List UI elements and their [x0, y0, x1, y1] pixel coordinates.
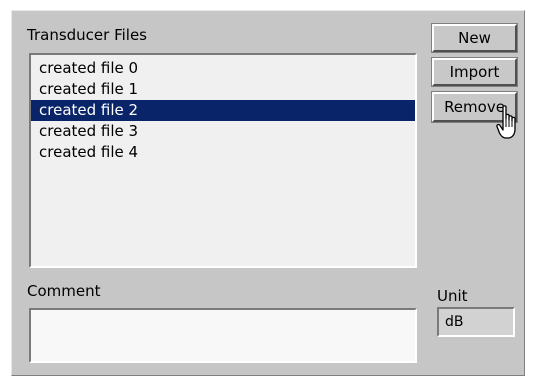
list-item-selected[interactable]: created file 2 — [31, 100, 415, 121]
list-item[interactable]: created file 4 — [31, 142, 415, 163]
transducer-files-panel: Transducer Files created file 0 created … — [11, 10, 525, 376]
unit-label: Unit — [437, 287, 468, 305]
unit-field[interactable]: dB — [437, 307, 515, 337]
comment-field[interactable] — [29, 308, 417, 363]
transducer-files-label: Transducer Files — [27, 26, 147, 44]
list-item[interactable]: created file 3 — [31, 121, 415, 142]
import-button[interactable]: Import — [431, 57, 518, 87]
comment-label: Comment — [27, 282, 101, 300]
list-item[interactable]: created file 1 — [31, 79, 415, 100]
new-button[interactable]: New — [431, 23, 518, 53]
hand-pointer-icon — [496, 105, 516, 139]
list-item[interactable]: created file 0 — [31, 58, 415, 79]
transducer-files-listbox[interactable]: created file 0 created file 1 created fi… — [29, 53, 417, 268]
